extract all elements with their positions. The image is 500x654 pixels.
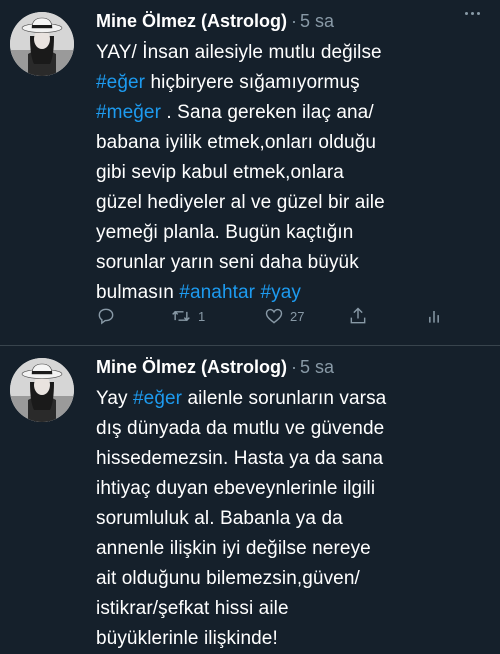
- tweet-text-segment: ihtiyaç duyan ebeveynlerinle ilgili: [96, 478, 376, 499]
- tweet-text-line: #eğer hiçbiryere sığamıyormuş: [96, 68, 486, 98]
- avatar[interactable]: [10, 358, 74, 422]
- tweet-text-line: ihtiyaç duyan ebeveynlerinle ilgili: [96, 474, 486, 504]
- tweet-text-line: yemeği planla. Bugün kaçtığın: [96, 218, 486, 248]
- tweet-text-line: #meğer . Sana gereken ilaç ana/: [96, 98, 486, 128]
- header-separator: ·: [291, 356, 298, 377]
- tweet-text-segment: istikrar/şefkat hissi aile: [96, 598, 289, 619]
- header-separator: ·: [291, 10, 298, 31]
- tweet-header: Mine Ölmez (Astrolog) · 5 sa: [96, 8, 486, 34]
- tweet-text-segment: büyüklerinle ilişkinde!: [96, 628, 278, 649]
- tweet-text-segment: bulmasın: [96, 282, 180, 303]
- tweet-text-line: istikrar/şefkat hissi aile: [96, 594, 486, 624]
- hashtag-link[interactable]: #eğer: [96, 72, 145, 93]
- tweet-content: Mine Ölmez (Astrolog) · 5 sa Yay #eğer a…: [96, 354, 486, 654]
- tweet-text-segment: ait olduğunu bilemezsin,güven/: [96, 568, 360, 589]
- tweet-text-segment: hissedemezsin. Hasta ya da sana: [96, 448, 384, 469]
- like-count: 27: [290, 308, 305, 324]
- tweet-text-segment: sorunlar yarın seni daha büyük: [96, 252, 359, 273]
- tweet-text-segment: . Sana gereken ilaç ana/: [161, 102, 374, 123]
- tweet-text-segment: babana iyilik etmek,onları olduğu: [96, 132, 377, 153]
- tweet-text-segment: Yay: [96, 388, 134, 409]
- reply-button[interactable]: [96, 306, 116, 326]
- tweet-text-segment: dış dünyada da mutlu ve güvende: [96, 418, 385, 439]
- tweet-timestamp[interactable]: 5 sa: [300, 357, 334, 378]
- author-name[interactable]: Mine Ölmez (Astrolog): [96, 357, 287, 378]
- tweet-text-segment: yemeği planla. Bugün kaçtığın: [96, 222, 354, 243]
- tweet-text: Yay #eğer ailenle sorunların varsa dış dü…: [96, 384, 486, 654]
- hashtag-link[interactable]: #yay: [260, 282, 301, 303]
- heart-icon: [265, 308, 283, 324]
- tweet-text: YAY/ İnsan ailesiyle mutlu değilse #eğer …: [96, 38, 486, 308]
- avatar-image: [10, 358, 74, 422]
- reply-icon: [98, 308, 114, 325]
- author-name[interactable]: Mine Ölmez (Astrolog): [96, 11, 287, 32]
- retweet-count: 1: [198, 308, 206, 324]
- hashtag-link[interactable]: #eğer: [133, 388, 182, 409]
- tweet-text-line: sorunlar yarın seni daha büyük: [96, 248, 486, 278]
- tweet-header: Mine Ölmez (Astrolog) · 5 sa: [96, 354, 486, 380]
- tweet-text-segment: YAY/ İnsan ailesiyle mutlu değilse: [96, 42, 382, 63]
- tweet-content: Mine Ölmez (Astrolog) · 5 sa YAY/ İnsan …: [96, 8, 486, 308]
- more-icon[interactable]: [465, 12, 480, 15]
- share-icon: [350, 307, 366, 324]
- tweet-text-line: dış dünyada da mutlu ve güvende: [96, 414, 486, 444]
- analytics-button[interactable]: [424, 306, 444, 326]
- avatar-image: [10, 12, 74, 76]
- tweet-1[interactable]: Mine Ölmez (Astrolog) · 5 sa YAY/ İnsan …: [0, 0, 500, 345]
- tweet-text-segment: ailenle sorunların varsa: [182, 388, 387, 409]
- tweet-text-segment: gibi sevip kabul etmek,onlara: [96, 162, 344, 183]
- tweet-text-line: güzel hediyeler al ve güzel bir aile: [96, 188, 486, 218]
- tweet-text-segment: hiçbiryere sığamıyormuş: [145, 72, 360, 93]
- tweet-text-line: ait olduğunu bilemezsin,güven/: [96, 564, 486, 594]
- tweet-2[interactable]: Mine Ölmez (Astrolog) · 5 sa Yay #eğer a…: [0, 346, 500, 652]
- hashtag-link[interactable]: #anahtar: [179, 282, 255, 303]
- tweet-timestamp[interactable]: 5 sa: [300, 11, 334, 32]
- tweet-text-line: Yay #eğer ailenle sorunların varsa: [96, 384, 486, 414]
- tweet-actions: 1 27: [96, 302, 486, 330]
- tweet-text-line: hissedemezsin. Hasta ya da sana: [96, 444, 486, 474]
- retweet-button[interactable]: 1: [170, 306, 205, 326]
- hashtag-link[interactable]: #meğer: [96, 102, 161, 123]
- like-button[interactable]: 27: [264, 306, 304, 326]
- avatar[interactable]: [10, 12, 74, 76]
- tweet-text-line: annenle ilişkin iyi değilse nereye: [96, 534, 486, 564]
- retweet-icon: [172, 310, 190, 322]
- tweet-text-line: YAY/ İnsan ailesiyle mutlu değilse: [96, 38, 486, 68]
- tweet-text-segment: sorumluluk al. Babanla ya da: [96, 508, 343, 529]
- tweet-text-line: sorumluluk al. Babanla ya da: [96, 504, 486, 534]
- analytics-icon: [429, 311, 439, 323]
- tweet-text-line: büyüklerinle ilişkinde!: [96, 624, 486, 654]
- tweet-text-line: gibi sevip kabul etmek,onlara: [96, 158, 486, 188]
- tweet-text-segment: annenle ilişkin iyi değilse nereye: [96, 538, 371, 559]
- tweet-text-segment: güzel hediyeler al ve güzel bir aile: [96, 192, 385, 213]
- tweet-text-line: babana iyilik etmek,onları olduğu: [96, 128, 486, 158]
- share-button[interactable]: [348, 306, 368, 326]
